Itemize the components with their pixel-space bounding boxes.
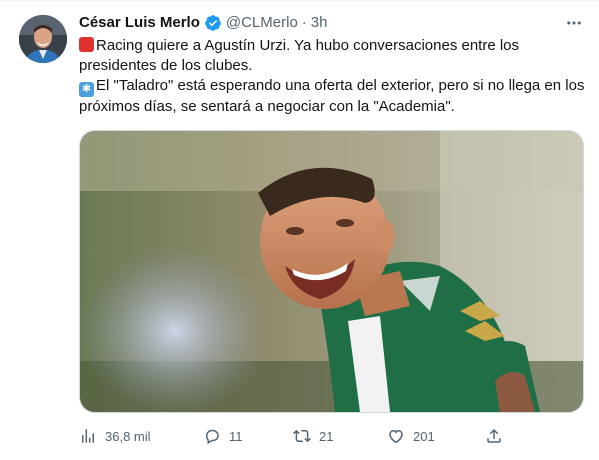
asterisk-emoji-icon: ✱ [79, 82, 94, 97]
siren-emoji-icon [79, 37, 94, 52]
tweet-actions: 36,8 mil 11 21 201 [79, 425, 519, 447]
tweet-paragraph-1: Racing quiere a Agustín Urzi. Ya hubo co… [79, 36, 589, 76]
more-icon[interactable] [562, 13, 586, 33]
views-button[interactable]: 36,8 mil [79, 425, 151, 447]
share-button[interactable] [485, 425, 503, 447]
tweet-line-2: El "Taladro" está esperando una oferta d… [79, 77, 585, 115]
player-photo [80, 131, 583, 412]
tweet-card[interactable]: César Luis Merlo @CLMerlo · 3h Racing qu… [0, 0, 599, 460]
tweet-timestamp[interactable]: 3h [311, 13, 328, 33]
retweet-button[interactable]: 21 [293, 425, 333, 447]
reply-button[interactable]: 11 [203, 425, 243, 447]
retweet-icon [293, 429, 311, 443]
views-icon [82, 429, 94, 443]
tweet-header: César Luis Merlo @CLMerlo · 3h [79, 13, 327, 33]
like-icon [389, 429, 403, 444]
tweet-line-1: Racing quiere a Agustín Urzi. Ya hubo co… [79, 37, 520, 74]
like-count: 201 [413, 428, 435, 444]
tweet-text: Racing quiere a Agustín Urzi. Ya hubo co… [79, 36, 589, 117]
verified-badge-icon [205, 15, 221, 31]
reply-count: 11 [229, 428, 243, 444]
like-button[interactable]: 201 [387, 425, 435, 447]
tweet-photo[interactable] [79, 130, 584, 413]
author-handle[interactable]: @CLMerlo [226, 13, 298, 33]
views-count: 36,8 mil [105, 428, 151, 444]
retweet-count: 21 [319, 428, 334, 444]
reply-icon [205, 429, 219, 445]
avatar[interactable] [19, 15, 67, 63]
author-name[interactable]: César Luis Merlo [79, 13, 200, 33]
share-icon [487, 428, 501, 443]
tweet-paragraph-2: ✱ El "Taladro" está esperando una oferta … [79, 76, 589, 117]
separator-dot: · [301, 14, 307, 31]
avatar-image [19, 15, 67, 63]
